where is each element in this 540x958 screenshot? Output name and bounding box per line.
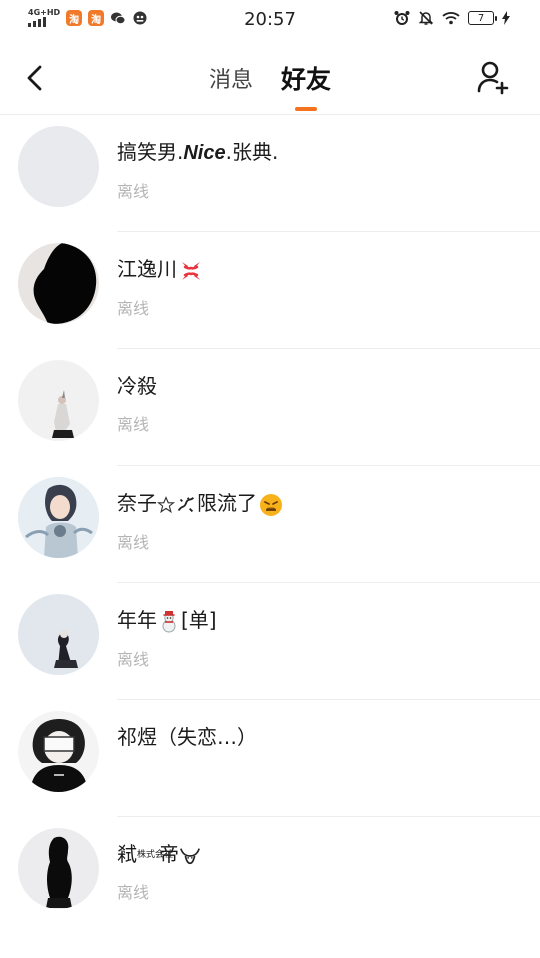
battery-level: 7 [477,12,485,24]
friend-row[interactable]: 年年 [单] 离线 [0,583,540,700]
friend-status: 离线 [117,649,150,669]
friend-status: 离线 [117,883,150,902]
wifi-icon [442,12,460,25]
charging-icon [502,11,510,25]
silhouette-image [33,243,97,324]
avatar[interactable] [18,126,99,207]
figure-image [54,630,78,668]
anger-symbol-icon [182,261,200,280]
friend-name: 弒株式会社帝 [117,841,540,867]
avatar[interactable] [18,477,99,558]
friend-row[interactable]: 弒株式会社帝 离线 [0,817,540,934]
tab-friends-label: 好友 [281,65,332,94]
friend-status: 离线 [117,415,150,434]
tab-friends[interactable]: 好友 [281,60,332,111]
anime-girl-image [18,477,99,558]
avatar[interactable] [18,594,99,675]
friend-status: 离线 [117,182,150,201]
masked-person-image [30,719,88,792]
friend-name: 冷殺 [117,374,157,398]
figure-image [52,390,74,438]
snowman-icon [162,610,176,632]
friend-status: 离线 [117,532,150,552]
friend-name: 江逸川 [117,256,540,283]
sparkle-doodle-icon [177,496,195,512]
friend-name: 搞笑男.Nice.张典. [117,140,279,164]
friend-row[interactable]: 江逸川 离线 [0,232,540,349]
avatar[interactable] [18,711,99,792]
friend-row[interactable]: 冷殺 离线 [0,349,540,466]
avatar[interactable] [18,360,99,441]
friend-row[interactable]: 搞笑男.Nice.张典. 离线 [0,115,540,232]
friend-list: 搞笑男.Nice.张典. 离线 江逸川 离线 冷殺 离线 奈子 限流了 离线 年… [0,115,540,934]
alarm-icon [394,11,410,25]
tab-messages[interactable]: 消息 [209,62,253,96]
active-tab-indicator [295,107,317,111]
friend-name: 祁煜（失恋…） [117,725,257,749]
star-outline-icon [157,495,175,513]
tab-messages-label: 消息 [208,68,253,93]
nav-bar: 消息 好友 [0,40,540,115]
battery-icon: 7 [468,11,497,25]
silhouette-image [46,836,72,908]
status-bar: 4G+HD 淘 淘 20:57 7 [0,0,540,40]
avatar[interactable] [18,828,99,909]
tab-bar: 消息 好友 [0,60,540,111]
friend-name: 奈子 限流了 [117,490,540,517]
avatar[interactable] [18,243,99,324]
angry-face-icon [260,493,282,516]
friend-status: 离线 [117,298,150,318]
friend-name: 年年 [单] [117,608,217,632]
bull-horns-icon [180,847,200,864]
friend-row[interactable]: 奈子 限流了 离线 [0,466,540,583]
add-friend-icon[interactable] [476,58,510,96]
friend-row[interactable]: 祁煜（失恋…） [0,700,540,817]
mute-bell-icon [418,11,434,25]
